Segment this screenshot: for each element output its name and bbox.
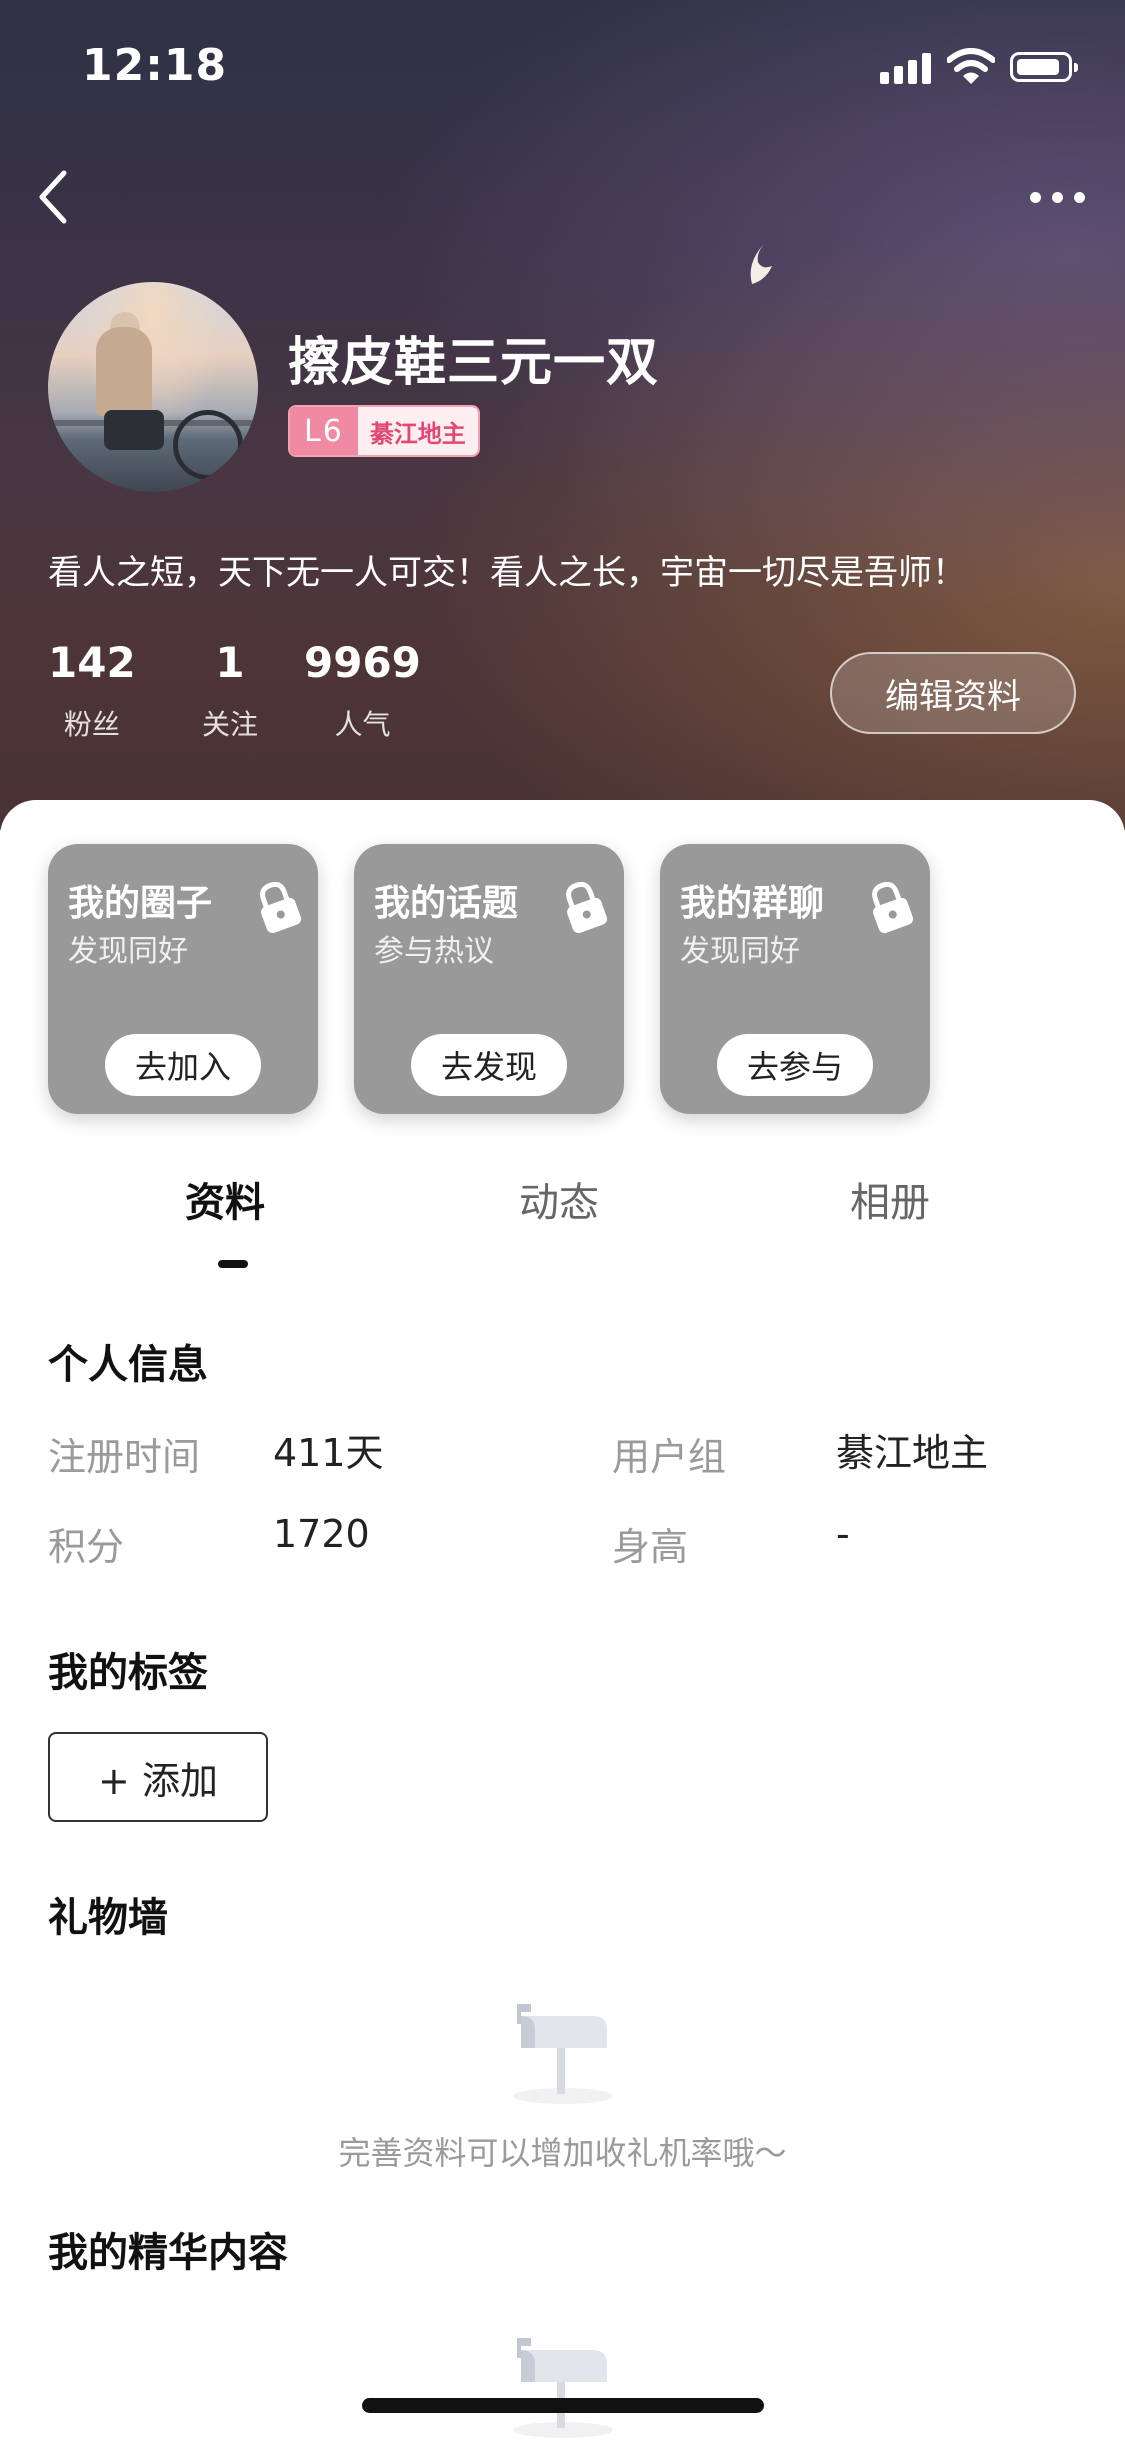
info-label-register-time: 注册时间 [48,1435,201,1479]
add-tag-button[interactable]: + 添加 [48,1732,268,1822]
avatar[interactable] [48,282,258,492]
mailbox-icon [513,2338,613,2438]
battery-icon [1010,52,1078,82]
info-value-height: - [836,1512,850,1556]
section-title-personal-info: 个人信息 [48,1342,208,1388]
active-tab-indicator [218,1260,248,1268]
card-title: 我的话题 [374,883,519,924]
info-value-user-group: 綦江地主 [836,1431,989,1475]
info-value-register-time: 411天 [273,1431,384,1475]
tab-album[interactable]: 相册 [850,1170,930,1228]
section-title-my-tags: 我的标签 [48,1650,208,1696]
profile-content: 我的圈子 发现同好 去加入 我的话题 参与热议 去发现 我的群聊 发现同好 去参… [0,800,1125,2438]
username: 擦皮鞋三元一双 [288,333,660,393]
discover-button[interactable]: 去发现 [411,1034,567,1096]
tab-profile-info[interactable]: 资料 [185,1170,265,1228]
stat-label: 关注 [202,708,259,741]
participate-button[interactable]: 去参与 [717,1034,873,1096]
status-time: 12:18 [82,40,228,91]
card-subtitle: 发现同好 [680,934,800,969]
stat-value: 142 [48,638,136,687]
more-icon[interactable] [1030,192,1086,206]
card-subtitle: 发现同好 [68,934,188,969]
card-my-circles[interactable]: 我的圈子 发现同好 去加入 [48,844,318,1114]
gift-wall-empty-text: 完善资料可以增加收礼机率哦～ [338,2134,787,2172]
join-button[interactable]: 去加入 [105,1034,261,1096]
section-title-gift-wall: 礼物墙 [48,1895,168,1941]
profile-header: 12:18 擦皮鞋三元一双 L6 綦江地主 看人之短，天下无一人可交！看人之长，… [0,0,1125,830]
section-title-featured-content: 我的精华内容 [48,2230,288,2276]
profile-tabs: 资料 动态 相册 [0,1170,1125,1260]
stat-fans[interactable]: 142 粉丝 [48,638,136,743]
level-title: 綦江地主 [357,407,478,455]
card-my-group-chats[interactable]: 我的群聊 发现同好 去参与 [660,844,930,1114]
status-bar: 12:18 [0,0,1125,130]
stat-label: 人气 [334,708,391,741]
card-my-topics[interactable]: 我的话题 参与热议 去发现 [354,844,624,1114]
lock-icon [566,881,608,934]
bio-text: 看人之短，天下无一人可交！看人之长，宇宙一切尽是吾师！ [48,553,966,593]
stat-label: 粉丝 [63,708,120,741]
signal-icon [880,52,935,84]
home-indicator [362,2398,764,2413]
level-badge: L6 綦江地主 [288,405,480,457]
stat-value: 9969 [304,638,421,687]
info-label-height: 身高 [612,1525,689,1569]
tab-activity[interactable]: 动态 [519,1170,599,1228]
wifi-icon [947,48,995,84]
lock-icon [872,881,914,934]
lock-icon [260,881,302,934]
level-label: L6 [290,407,358,455]
info-value-points: 1720 [273,1512,370,1556]
card-title: 我的群聊 [680,883,825,924]
card-subtitle: 参与热议 [374,934,494,969]
edit-profile-button[interactable]: 编辑资料 [830,652,1076,734]
mailbox-icon [513,2004,613,2104]
info-label-user-group: 用户组 [612,1435,727,1479]
moon-icon [750,242,772,284]
stat-popularity[interactable]: 9969 人气 [304,638,421,743]
stat-value: 1 [215,638,245,687]
stat-following[interactable]: 1 关注 [202,638,258,743]
card-title: 我的圈子 [68,883,213,924]
info-label-points: 积分 [48,1525,125,1569]
back-icon[interactable] [32,165,76,229]
